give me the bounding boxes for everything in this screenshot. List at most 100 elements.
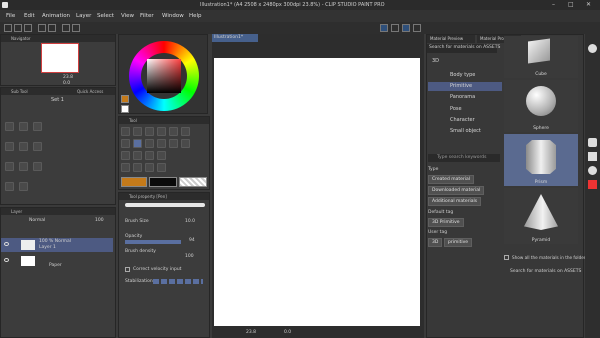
decoration-icon[interactable] [181,139,190,148]
redo-icon[interactable] [48,24,56,32]
ruler-icon[interactable] [157,163,166,172]
search-assets-link[interactable]: Search for materials on ASSETS [510,269,581,274]
blend-mode-select[interactable]: Normal [29,218,45,223]
transform-icon[interactable] [72,24,80,32]
figure-icon[interactable] [121,163,130,172]
layer-icon[interactable] [33,142,42,151]
material-tab-preview[interactable]: Material Preview [427,35,475,43]
close-button[interactable]: ✕ [586,1,591,8]
menu-select[interactable]: Select [97,13,114,19]
tag-search-box[interactable]: Type search keywords [428,154,500,162]
status-zoom[interactable]: 23.8 [246,330,256,335]
transparent-color-chip[interactable] [179,177,207,187]
menu-animation[interactable]: Animation [42,13,70,19]
canvas-paper[interactable] [214,58,420,326]
new-file-icon[interactable] [4,24,12,32]
minimize-button[interactable]: – [552,1,555,8]
brush-density-value[interactable]: 100 [185,254,194,259]
eyedropper-icon[interactable] [121,139,130,148]
tag-3d-button[interactable]: 3D [428,238,443,247]
saturation-value-square[interactable] [147,59,181,93]
airbrush-icon[interactable] [169,139,178,148]
brush-icon[interactable] [157,139,166,148]
invert-icon[interactable] [19,142,28,151]
layer-row-paper[interactable]: Paper [1,254,113,268]
additional-materials-button[interactable]: Additional materials [428,197,482,206]
tag-3d-primitive-button[interactable]: 3D Primitive [428,218,464,227]
grid-snap-icon[interactable] [402,24,410,32]
fg-color-chip[interactable] [121,177,147,187]
menu-edit[interactable]: Edit [24,13,35,19]
ruler-snap-icon[interactable] [380,24,388,32]
asset-prism[interactable]: Prism [504,134,578,186]
tree-pose[interactable]: Pose [450,106,462,112]
show-all-checkbox[interactable] [504,255,509,260]
correct-velocity-checkbox[interactable] [125,267,130,272]
selection-icon[interactable] [169,127,178,136]
operation-tool-icon[interactable] [145,127,154,136]
tree-small-object[interactable]: Small object [450,128,481,134]
navigator-angle-value[interactable]: 0.0 [63,81,70,86]
menu-help[interactable]: Help [189,13,202,19]
layers-icon[interactable] [588,152,597,161]
move-layer-icon[interactable] [157,127,166,136]
balloon-icon[interactable] [145,163,154,172]
bg-color-chip[interactable] [149,177,177,187]
save-icon[interactable] [24,24,32,32]
clear-icon[interactable] [62,24,70,32]
edit-icon[interactable] [413,24,421,32]
gradient-icon[interactable] [157,151,166,160]
move-tool-icon[interactable] [133,127,142,136]
pencil-icon[interactable] [145,139,154,148]
crop-icon[interactable] [19,122,28,131]
status-angle[interactable]: 0.0 [284,330,291,335]
pen-icon[interactable] [133,139,142,148]
maximize-button[interactable]: □ [568,1,574,8]
camera-icon[interactable] [588,138,597,147]
rotate-icon[interactable] [19,162,28,171]
open-file-icon[interactable] [14,24,22,32]
auto-select-icon[interactable] [181,127,190,136]
color-slider-icon[interactable] [588,180,597,189]
fill-tool-icon[interactable] [145,151,154,160]
menu-view[interactable]: View [121,13,134,19]
asset-pyramid[interactable]: Pyramid [504,188,578,244]
eye-icon[interactable] [4,258,9,262]
blend-icon[interactable] [133,151,142,160]
navigator-zoom-value[interactable]: 23.8 [63,75,73,80]
quick-access-tab[interactable]: Quick Access [77,89,103,94]
tree-3d[interactable]: 3D [432,58,439,64]
fill-icon[interactable] [19,182,28,191]
undo-icon[interactable] [38,24,46,32]
eraser-icon[interactable] [121,151,130,160]
eye-icon[interactable] [4,242,9,246]
layer-opacity-value[interactable]: 100 [95,218,104,223]
flip-icon[interactable] [33,162,42,171]
assets-search-box[interactable]: Search for materials on ASSETS [427,44,500,53]
special-ruler-snap-icon[interactable] [391,24,399,32]
menu-filter[interactable]: Filter [140,13,154,19]
tree-body-type[interactable]: Body type [450,72,475,78]
zoom-tool-icon[interactable] [121,127,130,136]
canvas-tab[interactable]: Illustration1* [212,34,258,42]
scissors-icon[interactable] [5,122,14,131]
opacity-slider[interactable] [125,240,181,244]
settings-icon[interactable] [588,166,597,175]
asset-sphere[interactable]: Sphere [504,80,578,132]
menu-window[interactable]: Window [162,13,184,19]
tree-character[interactable]: Character [450,117,475,123]
layer-row-1[interactable]: 100 % Normal Layer 1 [1,238,113,252]
deselect-icon[interactable] [5,142,14,151]
brush-size-value[interactable]: 10.0 [185,219,195,224]
tag-primitive-button[interactable]: primitive [444,238,473,247]
menu-file[interactable]: File [6,13,15,19]
tree-primitive[interactable]: Primitive [450,83,472,89]
opacity-value[interactable]: 94 [189,238,195,243]
text-icon[interactable] [133,163,142,172]
palette-icon[interactable] [588,44,597,53]
asset-cube[interactable]: Cube [504,36,578,78]
menu-layer[interactable]: Layer [76,13,91,19]
copy-icon[interactable] [33,122,42,131]
zoom-icon[interactable] [5,162,14,171]
sub-color-swatch[interactable] [121,105,129,113]
